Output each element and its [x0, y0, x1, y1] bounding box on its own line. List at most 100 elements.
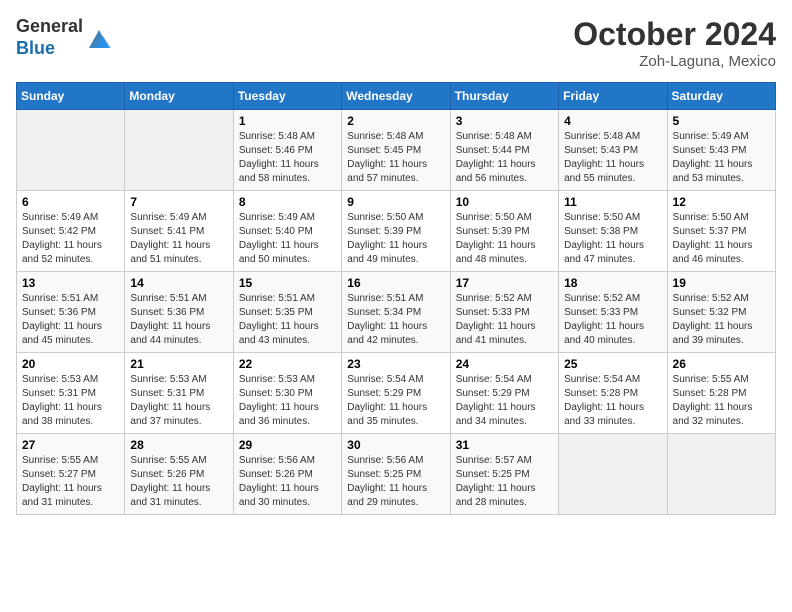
day-number: 31: [456, 438, 553, 452]
day-details: Sunrise: 5:49 AMSunset: 5:42 PMDaylight:…: [22, 211, 119, 267]
day-cell: 11 Sunrise: 5:50 AMSunset: 5:38 PMDayligh…: [559, 191, 667, 272]
day-details: Sunrise: 5:48 AMSunset: 5:44 PMDaylight:…: [456, 130, 553, 186]
day-details: Sunrise: 5:50 AMSunset: 5:39 PMDaylight:…: [456, 211, 553, 267]
day-details: Sunrise: 5:54 AMSunset: 5:29 PMDaylight:…: [347, 373, 444, 429]
day-cell: 25 Sunrise: 5:54 AMSunset: 5:28 PMDayligh…: [559, 353, 667, 434]
day-details: Sunrise: 5:56 AMSunset: 5:25 PMDaylight:…: [347, 454, 444, 510]
week-row-5: 27 Sunrise: 5:55 AMSunset: 5:27 PMDayligh…: [17, 434, 776, 515]
week-row-4: 20 Sunrise: 5:53 AMSunset: 5:31 PMDayligh…: [17, 353, 776, 434]
day-number: 11: [564, 195, 661, 209]
day-number: 30: [347, 438, 444, 452]
logo-icon: [85, 24, 113, 52]
header-cell-thursday: Thursday: [450, 83, 558, 110]
header-row: SundayMondayTuesdayWednesdayThursdayFrid…: [17, 83, 776, 110]
day-details: Sunrise: 5:50 AMSunset: 5:37 PMDaylight:…: [673, 211, 770, 267]
day-cell: [17, 110, 125, 191]
day-details: Sunrise: 5:52 AMSunset: 5:32 PMDaylight:…: [673, 292, 770, 348]
day-number: 2: [347, 114, 444, 128]
day-cell: 18Sunrise: 5:52 AMSunset: 5:33 PMDayligh…: [559, 272, 667, 353]
day-cell: 22 Sunrise: 5:53 AMSunset: 5:30 PMDayligh…: [233, 353, 341, 434]
day-number: 17: [456, 276, 553, 290]
day-number: 6: [22, 195, 119, 209]
day-number: 20: [22, 357, 119, 371]
day-number: 12: [673, 195, 770, 209]
page-header: General Blue October 2024 Zoh-Laguna, Me…: [16, 16, 776, 70]
day-number: 25: [564, 357, 661, 371]
day-cell: 5 Sunrise: 5:49 AMSunset: 5:43 PMDaylight…: [667, 110, 775, 191]
day-number: 22: [239, 357, 336, 371]
week-row-2: 6 Sunrise: 5:49 AMSunset: 5:42 PMDaylight…: [17, 191, 776, 272]
day-cell: 21 Sunrise: 5:53 AMSunset: 5:31 PMDayligh…: [125, 353, 233, 434]
day-details: Sunrise: 5:50 AMSunset: 5:38 PMDaylight:…: [564, 211, 661, 267]
day-cell: 6 Sunrise: 5:49 AMSunset: 5:42 PMDaylight…: [17, 191, 125, 272]
day-details: Sunrise: 5:49 AMSunset: 5:40 PMDaylight:…: [239, 211, 336, 267]
day-details: Sunrise: 5:51 AMSunset: 5:36 PMDaylight:…: [22, 292, 119, 348]
day-cell: 30 Sunrise: 5:56 AMSunset: 5:25 PMDayligh…: [342, 434, 450, 515]
week-row-3: 13 Sunrise: 5:51 AMSunset: 5:36 PMDayligh…: [17, 272, 776, 353]
month-title: October 2024: [573, 16, 776, 53]
day-cell: 7 Sunrise: 5:49 AMSunset: 5:41 PMDaylight…: [125, 191, 233, 272]
day-number: 27: [22, 438, 119, 452]
day-number: 13: [22, 276, 119, 290]
header-cell-monday: Monday: [125, 83, 233, 110]
day-details: Sunrise: 5:57 AMSunset: 5:25 PMDaylight:…: [456, 454, 553, 510]
day-number: 21: [130, 357, 227, 371]
day-cell: 26Sunrise: 5:55 AMSunset: 5:28 PMDayligh…: [667, 353, 775, 434]
day-details: Sunrise: 5:53 AMSunset: 5:30 PMDaylight:…: [239, 373, 336, 429]
day-details: Sunrise: 5:54 AMSunset: 5:28 PMDaylight:…: [564, 373, 661, 429]
logo-general: General: [16, 16, 83, 38]
day-number: 29: [239, 438, 336, 452]
day-number: 28: [130, 438, 227, 452]
day-details: Sunrise: 5:51 AMSunset: 5:36 PMDaylight:…: [130, 292, 227, 348]
day-cell: [667, 434, 775, 515]
day-number: 7: [130, 195, 227, 209]
day-cell: 12 Sunrise: 5:50 AMSunset: 5:37 PMDayligh…: [667, 191, 775, 272]
day-cell: [125, 110, 233, 191]
day-number: 15: [239, 276, 336, 290]
day-number: 14: [130, 276, 227, 290]
day-details: Sunrise: 5:56 AMSunset: 5:26 PMDaylight:…: [239, 454, 336, 510]
day-number: 19: [673, 276, 770, 290]
day-number: 23: [347, 357, 444, 371]
day-cell: 8Sunrise: 5:49 AMSunset: 5:40 PMDaylight…: [233, 191, 341, 272]
day-cell: 23 Sunrise: 5:54 AMSunset: 5:29 PMDayligh…: [342, 353, 450, 434]
day-details: Sunrise: 5:49 AMSunset: 5:43 PMDaylight:…: [673, 130, 770, 186]
day-details: Sunrise: 5:49 AMSunset: 5:41 PMDaylight:…: [130, 211, 227, 267]
day-cell: 24 Sunrise: 5:54 AMSunset: 5:29 PMDayligh…: [450, 353, 558, 434]
day-details: Sunrise: 5:52 AMSunset: 5:33 PMDaylight:…: [456, 292, 553, 348]
day-cell: 13 Sunrise: 5:51 AMSunset: 5:36 PMDayligh…: [17, 272, 125, 353]
day-cell: 17 Sunrise: 5:52 AMSunset: 5:33 PMDayligh…: [450, 272, 558, 353]
day-cell: 3 Sunrise: 5:48 AMSunset: 5:44 PMDaylight…: [450, 110, 558, 191]
day-number: 1: [239, 114, 336, 128]
day-details: Sunrise: 5:48 AMSunset: 5:43 PMDaylight:…: [564, 130, 661, 186]
day-details: Sunrise: 5:53 AMSunset: 5:31 PMDaylight:…: [130, 373, 227, 429]
day-number: 26: [673, 357, 770, 371]
day-number: 5: [673, 114, 770, 128]
day-cell: 4Sunrise: 5:48 AMSunset: 5:43 PMDaylight…: [559, 110, 667, 191]
day-details: Sunrise: 5:53 AMSunset: 5:31 PMDaylight:…: [22, 373, 119, 429]
location: Zoh-Laguna, Mexico: [573, 53, 776, 70]
day-cell: 9Sunrise: 5:50 AMSunset: 5:39 PMDaylight…: [342, 191, 450, 272]
week-row-1: 1Sunrise: 5:48 AMSunset: 5:46 PMDaylight…: [17, 110, 776, 191]
logo: General Blue: [16, 16, 113, 59]
day-number: 18: [564, 276, 661, 290]
day-details: Sunrise: 5:54 AMSunset: 5:29 PMDaylight:…: [456, 373, 553, 429]
day-cell: 31 Sunrise: 5:57 AMSunset: 5:25 PMDayligh…: [450, 434, 558, 515]
day-details: Sunrise: 5:55 AMSunset: 5:27 PMDaylight:…: [22, 454, 119, 510]
header-cell-wednesday: Wednesday: [342, 83, 450, 110]
calendar-table: SundayMondayTuesdayWednesdayThursdayFrid…: [16, 82, 776, 515]
day-number: 10: [456, 195, 553, 209]
day-details: Sunrise: 5:55 AMSunset: 5:26 PMDaylight:…: [130, 454, 227, 510]
day-cell: 29 Sunrise: 5:56 AMSunset: 5:26 PMDayligh…: [233, 434, 341, 515]
day-number: 9: [347, 195, 444, 209]
title-block: October 2024 Zoh-Laguna, Mexico: [573, 16, 776, 70]
day-cell: 1Sunrise: 5:48 AMSunset: 5:46 PMDaylight…: [233, 110, 341, 191]
day-details: Sunrise: 5:48 AMSunset: 5:45 PMDaylight:…: [347, 130, 444, 186]
header-cell-friday: Friday: [559, 83, 667, 110]
day-number: 3: [456, 114, 553, 128]
day-number: 24: [456, 357, 553, 371]
logo-blue: Blue: [16, 38, 83, 60]
day-details: Sunrise: 5:51 AMSunset: 5:34 PMDaylight:…: [347, 292, 444, 348]
header-cell-tuesday: Tuesday: [233, 83, 341, 110]
day-cell: 2 Sunrise: 5:48 AMSunset: 5:45 PMDaylight…: [342, 110, 450, 191]
